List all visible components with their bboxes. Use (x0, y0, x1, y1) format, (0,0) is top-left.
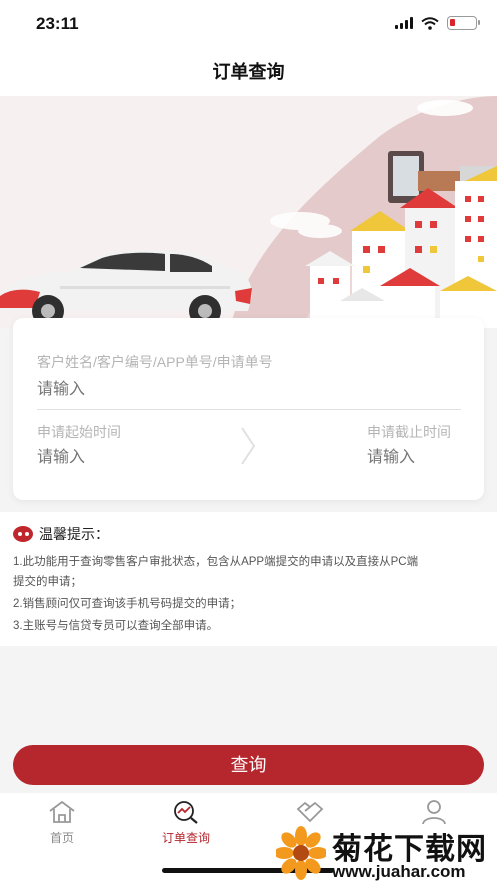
tips-title: 温馨提示： (39, 526, 109, 542)
hero-illustration (0, 96, 497, 328)
search-card: 客户姓名/客户编号/APP单号/申请单号 申请起始时间 申请截止时间 (13, 318, 484, 500)
status-time: 23:11 (36, 14, 79, 33)
home-icon (49, 800, 75, 823)
page-title: 订单查询 (212, 62, 285, 82)
tips-line: 2.销售顾问仅可查询该手机号码提交的申请； (13, 598, 242, 610)
tab-order-search[interactable]: 订单查询 (136, 799, 236, 846)
tips-line: 1.此功能用于查询零售客户审批状态，包含从APP端提交的申请以及直接从PC端 (13, 556, 419, 568)
tips-header: 温馨提示： (13, 524, 109, 544)
tab-home[interactable]: 首页 (12, 799, 112, 846)
tab-order-search-label: 订单查询 (161, 831, 210, 845)
status-bar: 23:11 (0, 0, 497, 48)
divider (37, 409, 461, 410)
nav-bar: 订单查询 (0, 48, 497, 96)
status-icons (395, 16, 480, 30)
signal-icon (395, 17, 413, 29)
battery-icon (447, 16, 480, 30)
order-search-icon (174, 801, 198, 824)
tab-home-label: 首页 (49, 831, 74, 845)
chevron-right-icon (241, 427, 256, 465)
end-time-label: 申请截止时间 (367, 424, 451, 440)
tips-section: 温馨提示： 1.此功能用于查询零售客户审批状态，包含从APP端提交的申请以及直接… (0, 512, 497, 646)
query-button[interactable]: 查询 (13, 745, 484, 785)
car-city-illustration (0, 96, 497, 328)
flower-logo-icon (276, 826, 326, 880)
wifi-icon (421, 16, 439, 30)
start-time-label: 申请起始时间 (37, 424, 121, 440)
keyword-label: 客户姓名/客户编号/APP单号/申请单号 (37, 354, 273, 370)
tips-line: 3.主账号与信贷专员可以查询全部申请。 (13, 620, 219, 632)
end-time-input[interactable] (367, 446, 467, 470)
tips-line: 提交的申请； (13, 576, 82, 588)
tips-icon (13, 526, 33, 542)
watermark-url: www.juahar.com (332, 862, 466, 881)
start-time-input[interactable] (37, 446, 187, 470)
watermark: 菊花下载网 www.juahar.com (272, 820, 497, 883)
keyword-input[interactable] (37, 378, 461, 402)
